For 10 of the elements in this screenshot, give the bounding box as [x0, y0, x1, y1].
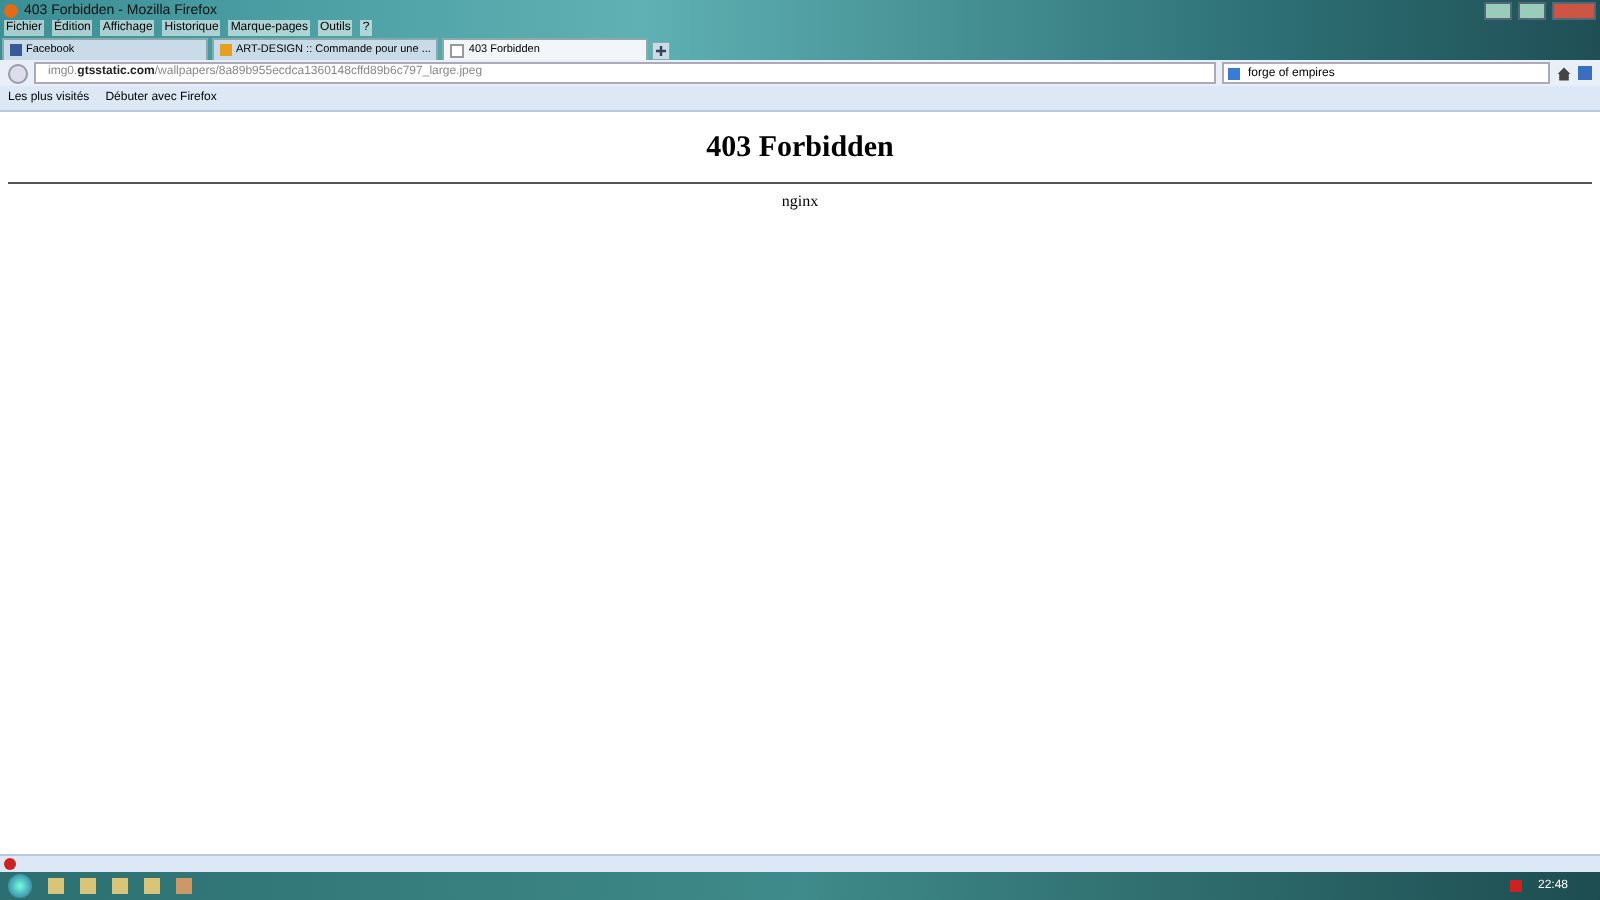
new-tab-button[interactable]: [652, 42, 671, 60]
blank-page-icon: [450, 43, 465, 57]
page-heading: 403 Forbidden: [704, 132, 896, 164]
maximize-button[interactable]: [1518, 1, 1546, 19]
minimize-button[interactable]: [1484, 1, 1512, 19]
server-name: nginx: [779, 192, 821, 210]
start-button[interactable]: [8, 874, 32, 898]
home-icon[interactable]: [1556, 65, 1572, 81]
close-button[interactable]: [1552, 1, 1596, 19]
back-button[interactable]: [8, 63, 28, 83]
